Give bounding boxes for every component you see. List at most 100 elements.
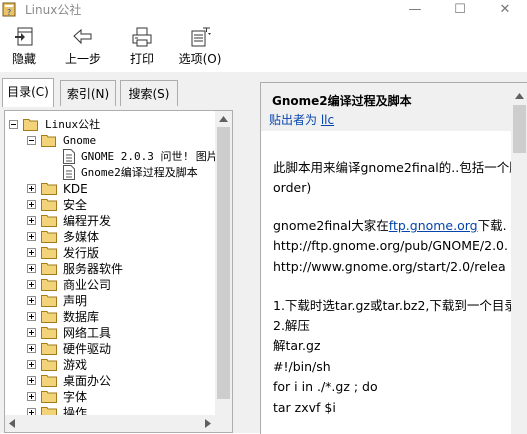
ftp-link[interactable]: ftp.gnome.org	[389, 218, 478, 233]
category-label: 桌面办公	[63, 374, 112, 388]
tree-item-category[interactable]: 编程开发	[27, 213, 212, 229]
back-arrow-icon	[73, 28, 92, 45]
tab-index[interactable]: 索引(N)	[60, 80, 116, 106]
folder-icon	[41, 375, 57, 387]
tree-item-category[interactable]: 数据库	[27, 309, 212, 325]
expand-icon[interactable]	[27, 184, 36, 193]
tree-item-category[interactable]: 安全	[27, 197, 212, 213]
category-label: 声明	[63, 294, 88, 308]
folder-icon	[41, 391, 57, 403]
tree-item-category[interactable]: 服务器软件	[27, 261, 212, 277]
url-line-2: http://www.gnome.org/start/2.0/relea	[273, 259, 506, 274]
collapse-icon[interactable]	[27, 136, 36, 145]
svg-text:?: ?	[7, 8, 11, 17]
options-icon	[191, 27, 211, 47]
code-line-4: tar zxvf $i	[273, 400, 336, 415]
content-scroll-thumb[interactable]	[513, 105, 526, 153]
maximize-button[interactable]: ☐	[440, 0, 480, 20]
poster-link[interactable]: llc	[321, 113, 334, 127]
printer-icon	[132, 27, 152, 47]
category-label: 发行版	[63, 246, 100, 260]
expand-icon[interactable]	[27, 264, 36, 273]
category-label: 硬件驱动	[63, 342, 112, 356]
help-book-icon: ?	[2, 2, 16, 17]
expand-icon[interactable]	[27, 232, 36, 241]
collapse-icon[interactable]	[9, 120, 18, 129]
topic-content: Gnome2编译过程及脚本 贴出者为 llc 此脚本用来编译gnome2fina…	[260, 82, 527, 434]
tree-item-category[interactable]: 字体	[27, 389, 212, 405]
folder-icon	[41, 215, 57, 227]
expand-icon[interactable]	[27, 360, 36, 369]
category-label: 商业公司	[63, 278, 112, 292]
title-bar: ? Linux公社 — ☐ ✕	[0, 0, 527, 20]
folder-icon	[41, 183, 57, 195]
code-line-2: #!/bin/sh	[273, 359, 331, 374]
category-label: 字体	[63, 390, 88, 404]
expand-icon[interactable]	[27, 376, 36, 385]
tree-scrollbar[interactable]	[215, 111, 232, 432]
tree-item-root[interactable]: Linux公社	[9, 117, 219, 133]
document-icon	[63, 165, 75, 180]
tree-item-category[interactable]: 桌面办公	[27, 373, 212, 389]
tree-item-category[interactable]: 游戏	[27, 357, 212, 373]
tab-search[interactable]: 搜索(S)	[120, 80, 178, 106]
tree-scroll-thumb[interactable]	[217, 127, 230, 399]
folder-icon	[41, 247, 57, 259]
category-label: 编程开发	[63, 214, 112, 228]
category-label: 网络工具	[63, 326, 112, 340]
expand-icon[interactable]	[27, 328, 36, 337]
tree-item-category[interactable]: 声明	[27, 293, 212, 309]
folder-icon	[41, 199, 57, 211]
tree-hscrollbar[interactable]	[5, 415, 215, 432]
folder-open-icon	[41, 135, 56, 147]
expand-icon[interactable]	[27, 248, 36, 257]
hide-button[interactable]: 隐藏	[6, 26, 42, 68]
folder-icon	[41, 311, 57, 323]
step-line-2: 2.解压	[273, 318, 310, 333]
tree-item-category[interactable]: 硬件驱动	[27, 341, 212, 357]
hide-pane-icon	[15, 27, 33, 46]
code-line-1: 解tar.gz	[273, 338, 321, 353]
topic-pane: Gnome2编译过程及脚本 贴出者为 llc 此脚本用来编译gnome2fina…	[250, 72, 527, 434]
options-button[interactable]: 选项(O)	[176, 26, 224, 68]
tree-item-category[interactable]: 多媒体	[27, 229, 212, 245]
expand-icon[interactable]	[27, 344, 36, 353]
document-icon	[63, 149, 75, 164]
tree-item-page-selected[interactable]: Gnome2编译过程及脚本	[63, 165, 232, 181]
scroll-up-icon[interactable]	[219, 116, 228, 122]
tree-item-category[interactable]: 商业公司	[27, 277, 212, 293]
tree-item-gnome[interactable]: Gnome	[27, 133, 217, 149]
tree-item-category[interactable]: 网络工具	[27, 325, 212, 341]
scroll-right-icon[interactable]	[205, 419, 211, 428]
tree-item-page[interactable]: GNOME 2.0.3 问世! 图片	[63, 149, 232, 165]
category-label: 数据库	[63, 310, 100, 324]
poster-line: 贴出者为 llc	[269, 113, 335, 127]
folder-icon	[41, 263, 57, 275]
tab-contents[interactable]: 目录(C)	[2, 78, 54, 107]
close-button[interactable]: ✕	[485, 0, 525, 20]
article-header: Gnome2编译过程及脚本 贴出者为 llc	[261, 83, 527, 131]
back-button[interactable]: 上一步	[58, 26, 108, 68]
expand-icon[interactable]	[27, 392, 36, 401]
window-title: Linux公社	[25, 3, 82, 17]
minimize-button[interactable]: —	[395, 0, 435, 20]
article-title: Gnome2编译过程及脚本	[272, 94, 412, 108]
folder-icon	[41, 295, 57, 307]
scroll-left-icon[interactable]	[9, 419, 15, 428]
navigation-pane: 目录(C) 索引(N) 搜索(S) Linux公社 Gnome GNOME 2.…	[0, 72, 244, 433]
print-button[interactable]: 打印	[124, 26, 160, 68]
category-label: KDE	[63, 182, 88, 196]
tree-item-category[interactable]: 发行版	[27, 245, 212, 261]
expand-icon[interactable]	[27, 200, 36, 209]
scroll-up-icon[interactable]	[515, 93, 524, 99]
tree-item-category[interactable]: KDE	[27, 181, 212, 197]
expand-icon[interactable]	[27, 296, 36, 305]
expand-icon[interactable]	[27, 312, 36, 321]
content-scrollbar[interactable]	[511, 83, 527, 434]
category-label: 服务器软件	[63, 262, 124, 276]
category-label: 多媒体	[63, 230, 100, 244]
folder-open-icon	[23, 119, 38, 131]
expand-icon[interactable]	[27, 216, 36, 225]
folder-icon	[41, 359, 57, 371]
expand-icon[interactable]	[27, 280, 36, 289]
